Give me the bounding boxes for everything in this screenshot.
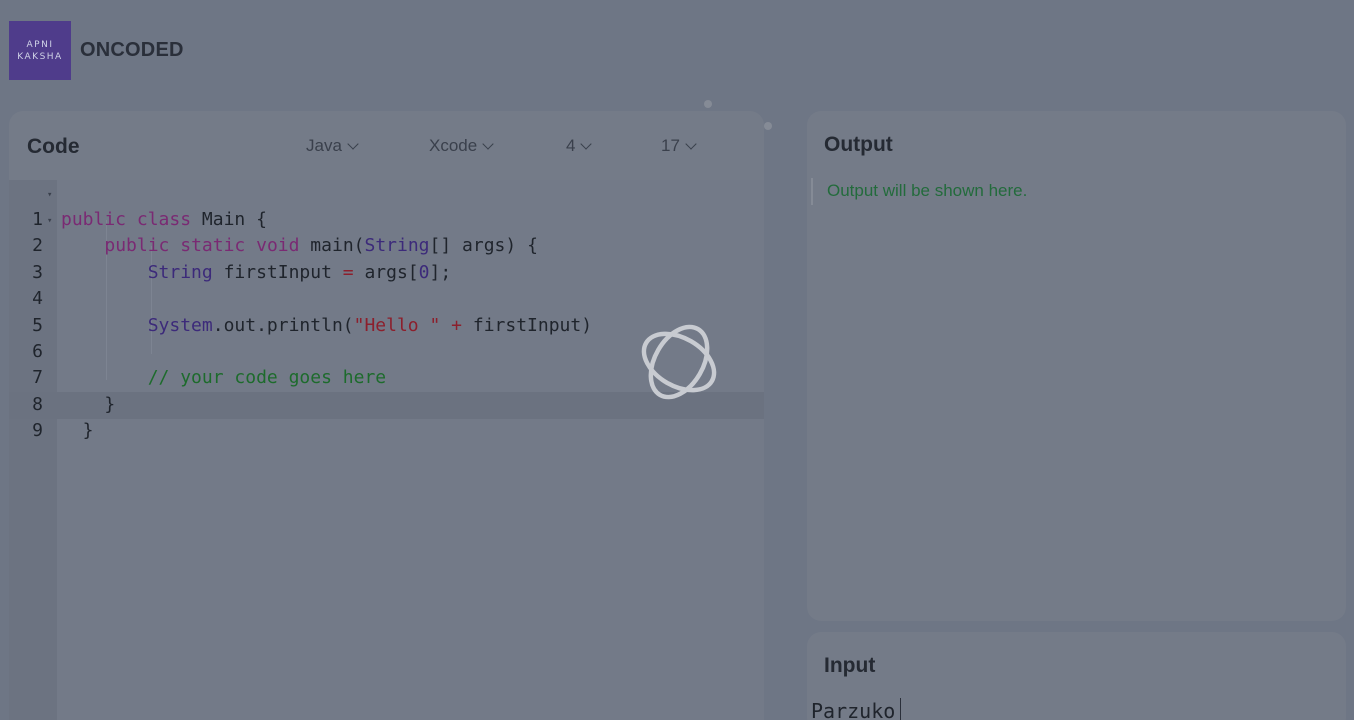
theme-select-value: Xcode xyxy=(429,136,478,155)
chevron-down-icon xyxy=(685,137,697,150)
page: APNI KAKSHA ONCODED Code Java Xcode 4 17… xyxy=(0,0,1354,720)
fold-arrow-icon[interactable]: ▾ xyxy=(47,182,52,208)
theme-select[interactable]: Xcode xyxy=(429,136,494,156)
apni-kaksha-logo[interactable]: APNI KAKSHA xyxy=(9,21,71,80)
line-number: 9 xyxy=(32,420,43,441)
brand-name: ONCODED xyxy=(80,39,184,61)
decorative-dot xyxy=(764,122,772,130)
output-placeholder: Output will be shown here. xyxy=(827,181,1028,200)
tab-size-select[interactable]: 4 xyxy=(566,136,593,156)
loading-spinner-icon xyxy=(641,324,717,400)
decorative-dot xyxy=(704,100,712,108)
output-panel-title: Output xyxy=(824,133,893,156)
chevron-down-icon xyxy=(580,137,593,150)
logo-line-1: APNI xyxy=(26,39,54,50)
language-select-value: Java xyxy=(306,136,342,155)
fold-arrow-icon[interactable]: ▾ xyxy=(47,208,52,234)
code-editor[interactable]: 1 ▾ public class Main { 2 ▾ public static v… xyxy=(9,180,764,720)
font-size-select-value: 17 xyxy=(661,136,680,155)
code-line: 1 ▾ public class Main { xyxy=(9,181,764,230)
input-textarea[interactable]: Parzuko xyxy=(811,699,895,720)
header: APNI KAKSHA ONCODED xyxy=(0,0,1354,100)
code-panel-title: Code xyxy=(27,135,80,158)
chevron-down-icon xyxy=(347,137,359,150)
text-caret xyxy=(900,698,901,720)
output-border-bar xyxy=(811,178,813,205)
tab-size-select-value: 4 xyxy=(566,136,576,155)
code-line: 5 System.out.println("Hello " + firstInp… xyxy=(9,287,764,336)
code-line: 3 String firstInput = args[0]; xyxy=(9,234,764,283)
input-panel-title: Input xyxy=(824,654,876,677)
chevron-down-icon xyxy=(482,137,494,150)
font-size-select[interactable]: 17 xyxy=(661,136,697,156)
code-line: 4 xyxy=(9,260,764,309)
logo-line-2: KAKSHA xyxy=(17,51,63,62)
code-line: 2 ▾ public static void main(String[] args… xyxy=(9,207,764,256)
language-select[interactable]: Java xyxy=(306,136,359,156)
